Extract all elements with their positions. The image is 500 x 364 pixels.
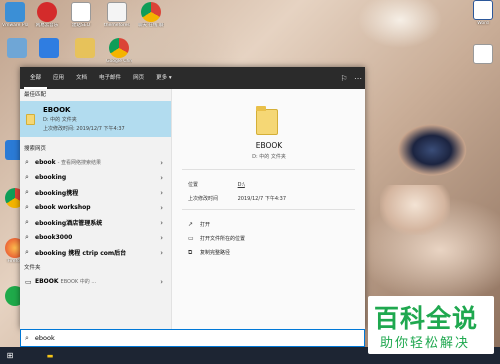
doc-icon xyxy=(107,2,127,22)
web-result[interactable]: ⌕ ebooking酒店管理系统 › xyxy=(20,215,171,230)
folder-icon xyxy=(75,38,95,58)
tab-more[interactable]: 更多 ▾ xyxy=(150,67,178,89)
search-box[interactable]: ⌕ ebook xyxy=(20,329,365,347)
tab-all[interactable]: 全部 xyxy=(24,67,48,89)
tab-apps[interactable]: 应用 xyxy=(47,67,70,89)
app-icon xyxy=(7,38,27,58)
chrome-icon xyxy=(109,38,129,58)
chevron-right-icon[interactable]: › xyxy=(160,219,163,227)
desktop-icon-themeforest[interactable]: themeforest 聚划算 工单查询 xyxy=(104,2,130,28)
chevron-right-icon[interactable]: › xyxy=(160,234,163,242)
chevron-right-icon[interactable]: › xyxy=(160,249,163,257)
chevron-right-icon[interactable]: › xyxy=(160,278,163,286)
desktop-icon-seo[interactable]: 建站SEO xyxy=(68,2,94,28)
folder-icon: ▭ xyxy=(188,235,194,242)
results-list: 最佳匹配 EBOOK D: 中的 文件夹 上次修改时间: 2019/12/7 下… xyxy=(20,89,171,329)
windows-start-icon[interactable]: ⊞ xyxy=(0,351,20,360)
desktop-icon-word[interactable]: Word xyxy=(470,0,496,26)
search-input[interactable]: ebook xyxy=(35,334,55,342)
best-match-modified: 上次修改时间: 2019/12/7 下午4:37 xyxy=(43,126,125,132)
best-match-heading: 最佳匹配 xyxy=(24,92,47,98)
wallpaper-detail xyxy=(380,185,450,235)
file-icon xyxy=(71,2,91,22)
action-copy-path[interactable]: ⧉ 复制完整路径 xyxy=(188,249,230,257)
word-icon xyxy=(473,0,493,20)
chevron-right-icon[interactable]: › xyxy=(160,204,163,212)
doc-icon xyxy=(473,44,493,64)
vmware-icon xyxy=(5,2,25,22)
desktop-icon-feishu[interactable] xyxy=(36,38,62,58)
search-icon: ⌕ xyxy=(25,158,29,166)
tab-web[interactable]: 网页 xyxy=(127,67,150,89)
folder-icon xyxy=(26,113,35,125)
action-open-location[interactable]: ▭ 打开文件所在的位置 xyxy=(188,235,245,242)
watermark-logo: 百科全说 助你轻松解决 xyxy=(368,296,494,354)
search-panel: 全部 应用 文档 电子邮件 网页 更多 ▾ ⚐ ⋯ 最佳匹配 EBOOK D: … xyxy=(20,67,365,329)
divider xyxy=(182,209,355,210)
web-heading: 搜索网页 xyxy=(24,146,47,152)
modified-row: 上次修改时间 2019/12/7 下午4:37 xyxy=(188,196,287,202)
chevron-right-icon[interactable]: › xyxy=(160,174,163,182)
desktop-icon-doc[interactable] xyxy=(470,44,496,64)
folder-icon: ▭ xyxy=(25,277,32,286)
location-row: 位置 D:\ xyxy=(188,182,245,188)
open-icon: ↗ xyxy=(188,221,194,228)
feedback-icon[interactable]: ⚐ xyxy=(337,74,351,83)
large-folder-icon xyxy=(256,106,278,135)
file-explorer-icon[interactable]: ▬ xyxy=(42,352,58,360)
desktop-icon-chrome[interactable]: Google Chrome xyxy=(106,38,132,64)
divider xyxy=(182,169,355,170)
desktop-icon-chat[interactable]: 聊天 在线 聊天记录 xyxy=(138,2,164,28)
more-options-icon[interactable]: ⋯ xyxy=(351,74,365,83)
chevron-right-icon[interactable]: › xyxy=(160,159,163,167)
best-match-item[interactable]: EBOOK D: 中的 文件夹 上次修改时间: 2019/12/7 下午4:37 xyxy=(20,101,171,137)
search-icon: ⌕ xyxy=(25,233,29,241)
preview-title: EBOOK xyxy=(255,141,283,150)
web-result[interactable]: ⌕ ebooking › xyxy=(20,170,171,185)
search-icon: ⌕ xyxy=(25,188,29,196)
tab-documents[interactable]: 文档 xyxy=(70,67,93,89)
desktop-icon-folder[interactable] xyxy=(72,38,98,58)
preview-subtitle: D: 中的 文件夹 xyxy=(252,154,286,160)
folder-result[interactable]: ▭ EBOOK EBOOK 中的 ... › xyxy=(20,274,171,289)
chevron-right-icon[interactable]: › xyxy=(160,189,163,197)
watermark-title: 百科全说 xyxy=(374,304,479,333)
search-icon: ⌕ xyxy=(25,248,29,256)
copy-icon: ⧉ xyxy=(188,249,193,256)
search-icon: ⌕ xyxy=(25,203,29,211)
desktop-icon-netease-music[interactable]: 网易云音乐 xyxy=(34,2,60,28)
filter-tabs-bar: 全部 应用 文档 电子邮件 网页 更多 ▾ ⚐ ⋯ xyxy=(20,67,365,89)
best-match-name: EBOOK xyxy=(43,106,71,114)
search-icon: ⌕ xyxy=(25,173,29,181)
chrome-icon xyxy=(141,2,161,22)
tab-email[interactable]: 电子邮件 xyxy=(93,67,127,89)
web-result[interactable]: ⌕ ebook workshop › xyxy=(20,200,171,215)
preview-pane: EBOOK D: 中的 文件夹 位置 D:\ 上次修改时间 2019/12/7 … xyxy=(171,89,365,329)
search-icon: ⌕ xyxy=(25,333,29,342)
location-link[interactable]: D:\ xyxy=(238,182,245,188)
music-icon xyxy=(37,2,57,22)
search-icon: ⌕ xyxy=(25,218,29,226)
folders-heading: 文件夹 xyxy=(24,265,41,271)
app-icon xyxy=(39,38,59,58)
web-result[interactable]: ⌕ ebook3000 › xyxy=(20,230,171,245)
desktop-icon-bird[interactable] xyxy=(4,38,30,58)
action-open[interactable]: ↗ 打开 xyxy=(188,221,210,228)
watermark-slogan: 助你轻松解决 xyxy=(380,336,471,351)
web-result[interactable]: ⌕ ebooking携程 › xyxy=(20,185,171,200)
web-result[interactable]: ⌕ ebooking 携程 ctrip com后台 › xyxy=(20,245,171,260)
web-result[interactable]: ⌕ ebook - 查看网络搜索结果 › xyxy=(20,155,171,170)
best-match-location: D: 中的 文件夹 xyxy=(43,117,77,123)
desktop-icon-vmware[interactable]: Vmware Player xyxy=(2,2,28,28)
